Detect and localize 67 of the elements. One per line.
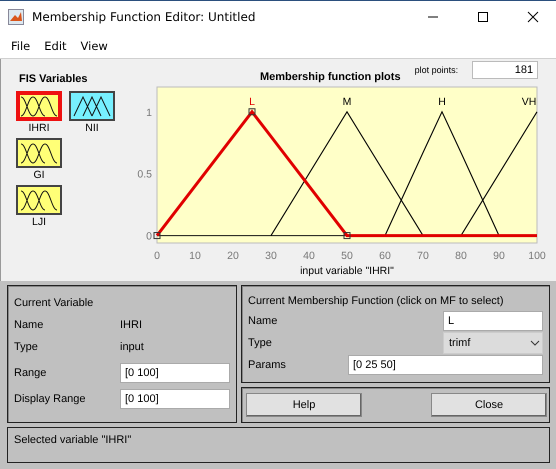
display-range-field[interactable]: [0 100] [120,389,230,409]
plot-points-label: plot points: [414,65,458,75]
vertex-marker[interactable] [344,232,350,240]
y-tick-label: 1 [146,106,152,119]
plot-points-field[interactable]: 181 [472,61,538,79]
x-tick-label: 100 [528,250,546,262]
x-tick-label: 90 [493,250,505,262]
field-label: Type [248,337,273,349]
field-label: Name [248,315,278,327]
menu-item[interactable]: View [74,38,115,52]
x-tick-label: 60 [379,250,391,262]
x-tick-label: 20 [227,250,239,262]
variable-button[interactable] [16,138,62,168]
field-label: Type [14,341,39,353]
x-tick-label: 40 [303,250,315,262]
x-tick-label: 80 [455,250,467,262]
x-tick-label: 10 [189,250,201,262]
dialog-button[interactable]: Help [246,393,362,417]
y-tick-label: 0.5 [137,168,152,181]
vertex-marker[interactable] [154,232,160,240]
field-label: Name [14,319,44,331]
panel-title: Current Membership Function (click on MF to select) [248,295,504,307]
bell-curves-icon [20,142,58,164]
panel-title: Current Variable [14,297,94,309]
params-field[interactable]: [0 25 50] [348,355,543,375]
x-tick-label: 70 [417,250,429,262]
bell-curves-icon [20,189,58,211]
variable-button[interactable] [69,91,115,121]
x-axis-label: input variable "IHRI" [300,265,394,277]
menu-item[interactable]: File [4,38,38,52]
variable-label: LJI [32,216,46,228]
x-tick-label: 0 [154,250,160,262]
field-label: Params [248,359,287,371]
membership-curve[interactable] [460,112,538,236]
status-bar: Selected variable "IHRI" [7,427,550,463]
variable-label: GI [33,169,45,181]
app-logo-icon [8,9,24,25]
mf-name-field[interactable]: L [443,311,543,331]
maximize-icon [477,11,489,23]
variable-label: NII [85,122,99,134]
membership-curve[interactable] [384,110,500,236]
close-icon [527,11,539,23]
curve-label: M [342,96,352,108]
curve-label: VH [522,96,536,108]
fis-variables-title: FIS Variables [19,73,88,85]
variable-name: IHRI [120,319,142,331]
variable-button[interactable] [16,91,62,121]
curve-label: H [438,96,446,108]
triangles-icon [73,95,111,117]
mf-type-dropdown[interactable]: trimf [443,332,543,354]
plot-title: Membership function plots [260,71,401,83]
window-title: Membership Function Editor: Untitled [32,10,256,24]
field-label: Display Range [14,393,87,405]
variable-label: IHRI [28,122,50,134]
membership-curve[interactable] [270,110,424,236]
y-tick-label: 0 [146,230,152,243]
range-field[interactable]: [0 100] [120,363,230,383]
bell-curves-icon [20,95,58,117]
menu-item[interactable]: Edit [37,38,74,52]
variable-button[interactable] [16,185,62,215]
dialog-button[interactable]: Close [431,393,547,417]
x-tick-label: 50 [341,250,353,262]
vertex-marker[interactable] [248,108,256,116]
curve-label: L [249,96,255,108]
field-label: Range [14,367,48,379]
variable-type: input [120,341,144,353]
x-tick-label: 30 [265,250,277,262]
